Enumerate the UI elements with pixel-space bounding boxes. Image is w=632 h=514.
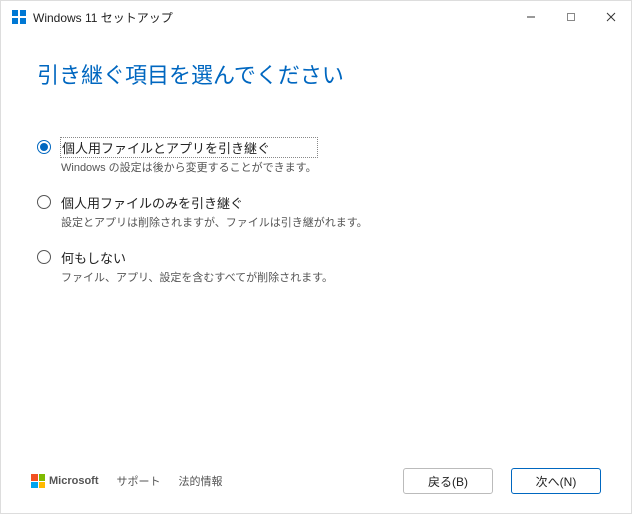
close-button[interactable] xyxy=(591,1,631,33)
option-label: 何もしない xyxy=(61,248,333,267)
option-keep-files-apps[interactable]: 個人用ファイルとアプリを引き継ぐ Windows の設定は後から変更することがで… xyxy=(37,138,595,175)
footer: Microsoft サポート 法的情報 戻る(B) 次へ(N) xyxy=(1,459,631,513)
option-description: ファイル、アプリ、設定を含むすべてが削除されます。 xyxy=(61,269,333,285)
maximize-button[interactable] xyxy=(551,1,591,33)
option-label: 個人用ファイルのみを引き継ぐ xyxy=(61,193,368,212)
windows-setup-icon xyxy=(11,9,27,25)
minimize-button[interactable] xyxy=(511,1,551,33)
window-title: Windows 11 セットアップ xyxy=(33,9,173,26)
titlebar: Windows 11 セットアップ xyxy=(1,1,631,33)
microsoft-brand-text: Microsoft xyxy=(49,475,99,487)
page-title: 引き継ぐ項目を選んでください xyxy=(37,58,595,90)
content-area: 引き継ぐ項目を選んでください 個人用ファイルとアプリを引き継ぐ Windows … xyxy=(1,33,631,459)
legal-link[interactable]: 法的情報 xyxy=(179,473,223,489)
option-description: 設定とアプリは削除されますが、ファイルは引き継がれます。 xyxy=(61,214,368,230)
option-description: Windows の設定は後から変更することができます。 xyxy=(61,159,317,175)
option-keep-files-only[interactable]: 個人用ファイルのみを引き継ぐ 設定とアプリは削除されますが、ファイルは引き継がれ… xyxy=(37,193,595,230)
back-button[interactable]: 戻る(B) xyxy=(403,468,493,494)
radio-icon[interactable] xyxy=(37,250,51,264)
option-label: 個人用ファイルとアプリを引き継ぐ xyxy=(61,138,317,157)
radio-icon[interactable] xyxy=(37,195,51,209)
support-link[interactable]: サポート xyxy=(117,473,161,489)
microsoft-logo-icon xyxy=(31,474,45,488)
option-nothing[interactable]: 何もしない ファイル、アプリ、設定を含むすべてが削除されます。 xyxy=(37,248,595,285)
options-list: 個人用ファイルとアプリを引き継ぐ Windows の設定は後から変更することがで… xyxy=(37,138,595,285)
radio-icon[interactable] xyxy=(37,140,51,154)
microsoft-logo: Microsoft xyxy=(31,474,99,488)
window-controls xyxy=(511,1,631,33)
next-button[interactable]: 次へ(N) xyxy=(511,468,601,494)
